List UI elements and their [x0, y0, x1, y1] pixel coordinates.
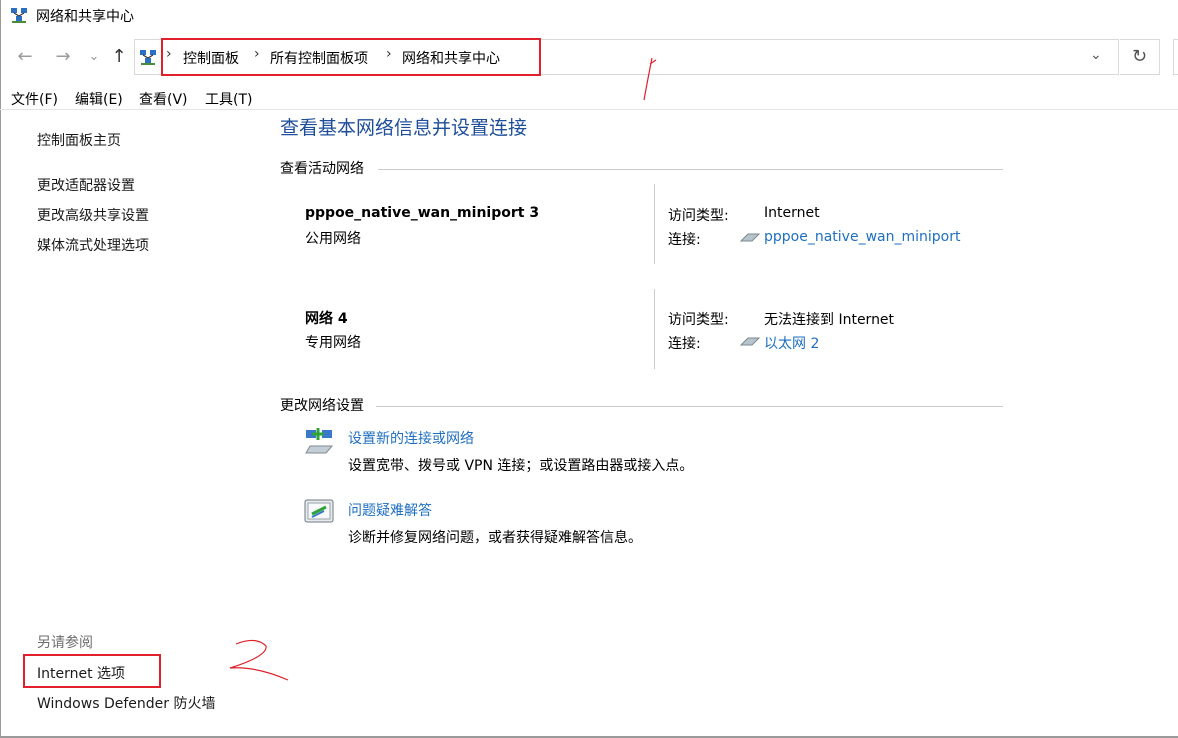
forward-arrow-icon[interactable]: → [52, 46, 74, 68]
sidebar-defender-firewall[interactable]: Windows Defender 防火墙 [37, 693, 215, 713]
back-arrow-icon[interactable]: ← [14, 46, 36, 68]
section-divider [378, 169, 1003, 170]
menu-view[interactable]: 查看(V) [139, 89, 188, 109]
network-center-icon [11, 8, 27, 23]
access-type-value: Internet [764, 205, 820, 221]
connection-link[interactable]: 以太网 2 [764, 333, 819, 353]
menu-file[interactable]: 文件(F) [11, 89, 58, 109]
menu-divider [0, 109, 1178, 110]
refresh-icon[interactable]: ↻ [1120, 39, 1160, 75]
task-setup-connection[interactable]: 设置新的连接或网络 [348, 428, 474, 448]
window-title: 网络和共享中心 [36, 9, 134, 25]
connection-link[interactable]: pppoe_native_wan_miniport [764, 229, 960, 245]
task-troubleshoot[interactable]: 问题疑难解答 [348, 500, 432, 520]
sidebar-change-adapter[interactable]: 更改适配器设置 [37, 175, 135, 195]
section-divider [376, 406, 1003, 407]
ethernet-icon [740, 233, 760, 242]
connection-label: 连接: [668, 232, 701, 248]
recent-locations-chevron-icon[interactable]: ⌄ [83, 46, 105, 68]
access-type-label: 访问类型: [668, 312, 729, 328]
menu-edit[interactable]: 编辑(E) [75, 89, 123, 109]
highlight-box-internet-options [23, 654, 161, 688]
search-box-edge[interactable] [1173, 39, 1178, 75]
sidebar-advanced-sharing[interactable]: 更改高级共享设置 [37, 205, 149, 225]
network-name: pppoe_native_wan_miniport 3 [305, 205, 540, 221]
annotation-mark-2 [229, 639, 289, 681]
troubleshoot-icon [304, 499, 334, 523]
change-settings-title: 更改网络设置 [280, 398, 364, 414]
task-description: 设置宽带、拨号或 VPN 连接；或设置路由器或接入点。 [348, 458, 694, 474]
address-network-icon [140, 50, 156, 65]
up-arrow-icon[interactable]: ↑ [108, 46, 130, 68]
sidebar-media-streaming[interactable]: 媒体流式处理选项 [37, 235, 149, 255]
address-dropdown-chevron-icon[interactable]: ⌄ [1090, 47, 1102, 63]
active-networks-title: 查看活动网络 [280, 161, 364, 177]
task-description: 诊断并修复网络问题，或者获得疑难解答信息。 [348, 530, 642, 546]
ethernet-icon [740, 337, 760, 346]
network-divider [654, 289, 655, 369]
title-bar: 网络和共享中心 [0, 0, 1178, 30]
menu-tools[interactable]: 工具(T) [205, 89, 252, 109]
network-type[interactable]: 公用网络 [305, 228, 361, 248]
network-divider [654, 184, 655, 264]
access-type-value: 无法连接到 Internet [764, 312, 895, 328]
page-title: 查看基本网络信息并设置连接 [280, 117, 528, 139]
see-also-heading: 另请参阅 [37, 635, 93, 651]
window-frame-left [0, 0, 1, 738]
network-setup-icon [305, 428, 334, 454]
network-name: 网络 4 [305, 311, 348, 327]
highlight-box-address [161, 38, 541, 76]
annotation-mark-1 [643, 57, 657, 101]
network-type[interactable]: 专用网络 [305, 332, 361, 352]
sidebar-control-panel-home[interactable]: 控制面板主页 [37, 130, 121, 150]
access-type-label: 访问类型: [668, 208, 729, 224]
connection-label: 连接: [668, 336, 701, 352]
